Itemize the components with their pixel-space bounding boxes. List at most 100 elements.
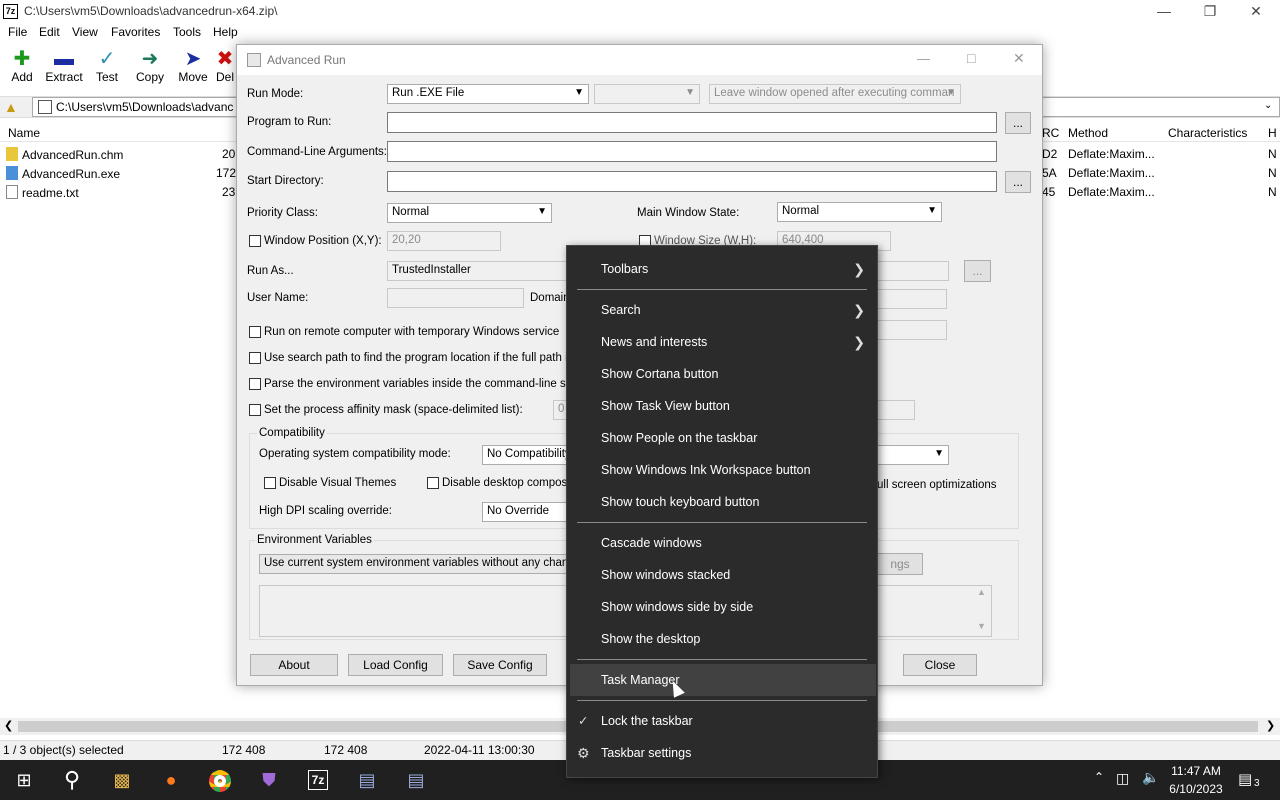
save-config-button[interactable]: Save Config — [453, 654, 547, 676]
copy-button[interactable]: ➜ Copy — [128, 48, 172, 84]
menu-item-taskbar-settings[interactable]: ⚙ Taskbar settings — [567, 737, 877, 769]
chrome-icon[interactable] — [196, 760, 244, 800]
menu-item-task-view[interactable]: Show Task View button — [567, 390, 877, 422]
menu-item-label: Search — [601, 303, 641, 317]
scroll-left-icon[interactable]: ❮ — [4, 719, 13, 732]
minimize-button[interactable]: — — [917, 51, 930, 66]
menu-item-people[interactable]: Show People on the taskbar — [567, 422, 877, 454]
remote-checkbox[interactable] — [249, 326, 261, 338]
test-button[interactable]: ✓ Test — [85, 48, 129, 84]
menu-item-news[interactable]: News and interests ❯ — [567, 326, 877, 358]
column-method[interactable]: Method — [1068, 126, 1108, 140]
menu-view[interactable]: View — [72, 25, 98, 39]
scroll-down-icon[interactable]: ▼ — [977, 621, 986, 631]
menu-item-label: Lock the taskbar — [601, 714, 693, 728]
notepad-icon[interactable]: ▤ — [392, 760, 440, 800]
network-icon[interactable]: ◫ — [1116, 770, 1129, 787]
affinity-checkbox[interactable] — [249, 404, 261, 416]
minimize-button[interactable]: — — [1141, 0, 1187, 23]
disable-desktop-checkbox[interactable] — [427, 477, 439, 489]
close-dialog-button[interactable]: Close — [903, 654, 977, 676]
scroll-up-icon[interactable]: ▲ — [977, 587, 986, 597]
list-item[interactable]: readme.txt — [6, 185, 79, 204]
window-position-checkbox[interactable] — [249, 235, 261, 247]
column-h[interactable]: H — [1268, 126, 1277, 140]
menu-file[interactable]: File — [8, 25, 27, 39]
close-button[interactable]: ✕ — [1013, 50, 1025, 67]
list-item[interactable]: AdvancedRun.exe — [6, 166, 120, 185]
dpi-select[interactable]: No Override — [482, 502, 572, 522]
menu-item-stacked[interactable]: Show windows stacked — [567, 559, 877, 591]
run-as-extra-input[interactable] — [877, 261, 949, 281]
secondary-select[interactable]: ▼ — [594, 84, 700, 104]
maximize-button[interactable]: □ — [967, 50, 975, 66]
column-characteristics[interactable]: Characteristics — [1168, 126, 1247, 140]
search-icon[interactable]: ⚲ — [48, 760, 96, 800]
window-position-input[interactable]: 20,20 — [387, 231, 501, 251]
menu-item-touch-keyboard[interactable]: Show touch keyboard button — [567, 486, 877, 518]
notepad-icon[interactable]: ▤ — [343, 760, 391, 800]
run-as-browse-button[interactable]: ... — [964, 260, 991, 282]
chevron-down-icon[interactable]: ⌄ — [1264, 100, 1272, 111]
parse-env-checkbox[interactable] — [249, 378, 261, 390]
browse-program-button[interactable]: ... — [1005, 112, 1031, 134]
menu-help[interactable]: Help — [213, 25, 238, 39]
env-select[interactable]: Use current system environment variables… — [259, 554, 571, 574]
remote-computer-input[interactable] — [877, 320, 947, 340]
volume-icon[interactable]: 🔈 — [1142, 769, 1159, 786]
7zip-icon[interactable]: 7z — [294, 760, 342, 800]
menu-item-show-desktop[interactable]: Show the desktop — [567, 623, 877, 655]
start-icon[interactable]: ⊞ — [0, 760, 48, 800]
main-window-select[interactable]: Normal ▼ — [777, 202, 942, 222]
menu-edit[interactable]: Edit — [39, 25, 60, 39]
app-icon[interactable]: ⛊ — [245, 760, 293, 800]
menu-item-side-by-side[interactable]: Show windows side by side — [567, 591, 877, 623]
args-input[interactable] — [387, 141, 997, 162]
run-as-select[interactable]: TrustedInstaller — [387, 261, 567, 281]
add-button[interactable]: ✚ Add — [0, 48, 44, 84]
column-name[interactable]: Name — [8, 126, 40, 140]
affinity-extra-input[interactable] — [877, 400, 915, 420]
file-crc: 5A — [1042, 166, 1057, 180]
list-item[interactable]: AdvancedRun.chm — [6, 147, 123, 166]
browse-dir-button[interactable]: ... — [1005, 171, 1031, 193]
delete-button[interactable]: ✖ Del — [214, 48, 236, 84]
program-input[interactable] — [387, 112, 997, 133]
disable-themes-checkbox[interactable] — [264, 477, 276, 489]
start-dir-input[interactable] — [387, 171, 997, 192]
load-config-button[interactable]: Load Config — [348, 654, 443, 676]
scroll-right-icon[interactable]: ❯ — [1266, 719, 1275, 732]
menu-favorites[interactable]: Favorites — [111, 25, 160, 39]
clock-date[interactable]: 6/10/2023 — [1164, 782, 1228, 796]
leave-window-select[interactable]: Leave window opened after executing comm… — [709, 84, 961, 104]
clock-time[interactable]: 11:47 AM — [1164, 764, 1228, 778]
about-button[interactable]: About — [250, 654, 338, 676]
menu-tools[interactable]: Tools — [173, 25, 201, 39]
chevron-up-icon[interactable]: ⌃ — [1094, 770, 1104, 784]
os-compat-select-right[interactable]: ▼ — [877, 445, 949, 465]
menu-item-toolbars[interactable]: Toolbars ❯ — [567, 253, 877, 285]
extract-button[interactable]: ▬ Extract — [42, 48, 86, 84]
column-crc[interactable]: RC — [1042, 126, 1059, 140]
menu-item-search[interactable]: Search ❯ — [567, 294, 877, 326]
os-compat-select[interactable]: No Compatibility — [482, 445, 572, 465]
close-button[interactable]: ✕ — [1233, 0, 1279, 23]
up-folder-icon[interactable]: ▲ — [4, 99, 20, 115]
priority-select[interactable]: Normal ▼ — [387, 203, 552, 223]
menu-item-ink[interactable]: Show Windows Ink Workspace button — [567, 454, 877, 486]
run-mode-label: Run Mode: — [247, 88, 304, 100]
notification-icon[interactable]: ▤ — [1238, 770, 1252, 788]
menu-item-task-manager[interactable]: Task Manager — [570, 664, 876, 696]
user-name-input[interactable] — [387, 288, 524, 308]
search-path-checkbox[interactable] — [249, 352, 261, 364]
menu-item-lock-taskbar[interactable]: ✓ Lock the taskbar — [567, 705, 877, 737]
menu-item-cortana[interactable]: Show Cortana button — [567, 358, 877, 390]
menu-item-cascade[interactable]: Cascade windows — [567, 527, 877, 559]
run-mode-select[interactable]: Run .EXE File ▼ — [387, 84, 589, 104]
move-button[interactable]: ➤ Move — [171, 48, 215, 84]
firefox-icon[interactable]: ● — [147, 760, 195, 800]
domain-input[interactable] — [877, 289, 947, 309]
file-explorer-icon[interactable]: ▩ — [98, 760, 146, 800]
env-settings-button[interactable]: ngs — [877, 553, 923, 575]
restore-button[interactable]: ❐ — [1187, 0, 1233, 23]
